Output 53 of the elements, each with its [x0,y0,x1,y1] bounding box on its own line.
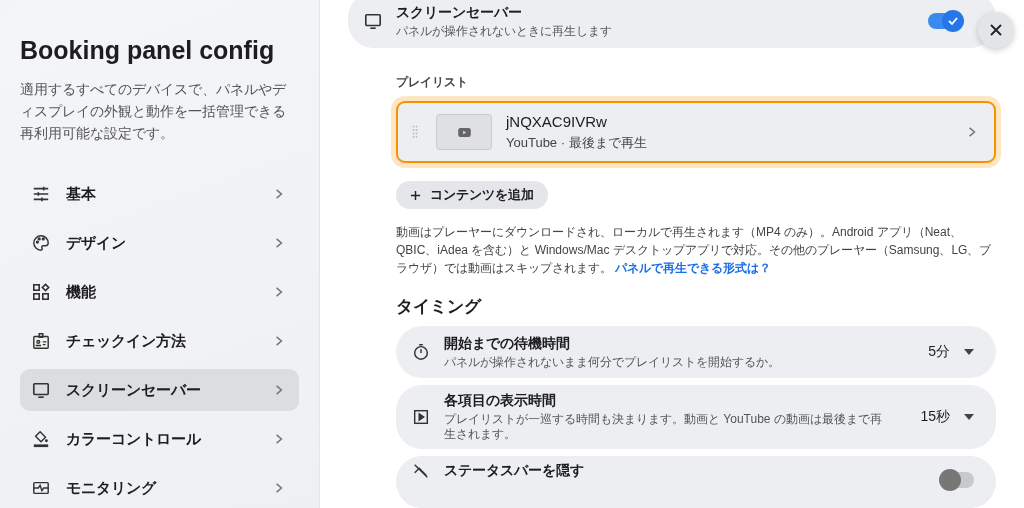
chevron-right-icon [966,126,978,138]
chevron-right-icon [273,335,285,347]
sidebar-item[interactable]: モニタリング [20,467,299,508]
chevron-right-icon [273,237,285,249]
id-badge-icon [32,332,50,350]
sidebar-item[interactable]: 基本 [20,173,299,215]
video-thumbnail [436,114,492,150]
sidebar-item[interactable]: カラーコントロール [20,418,299,460]
paint-bucket-icon [32,430,50,448]
monitor-icon [32,381,50,399]
chevron-right-icon [273,286,285,298]
setting-title: スクリーンセーバー [396,3,523,22]
close-button[interactable] [978,12,1014,48]
pulse-icon [32,479,50,497]
chevron-right-icon [273,384,285,396]
sliders-icon [32,185,50,203]
dropdown-caret-icon [964,414,974,420]
close-icon [989,23,1003,37]
sidebar-item[interactable]: 機能 [20,271,299,313]
setting-description: パネルが操作されないまま何分でプレイリストを開始するか。 [444,354,781,370]
palette-icon [32,234,50,252]
section-heading: タイミング [396,296,483,318]
drag-handle-icon[interactable] [412,125,418,139]
sidebar-item[interactable]: スクリーンセーバー [20,369,299,411]
dropdown-caret-icon [964,349,974,355]
sidebar-title: Booking panel config [20,36,276,65]
sidebar-item[interactable]: チェックイン方法 [20,320,299,362]
play-icon [412,408,430,426]
toggle-switch[interactable] [942,472,974,488]
setting-title: 各項目の表示時間 [444,392,557,410]
setting-description: プレイリストが一巡する時間も決まります。動画と YouTube の動画は最後まで再生されます。 [444,412,883,442]
setting-title: 開始までの待機時間 [444,334,571,353]
grid-icon [32,283,50,301]
setting-title: ステータスバーを隠す [444,462,585,480]
sidebar-description: 適用するすべてのデバイスで、パネルやディスプレイの外観と動作を一括管理できる再利用可能な設定です。 [20,81,288,143]
timer-icon [412,343,430,361]
section-label: プレイリスト [396,74,469,91]
monitor-icon [364,12,382,30]
info-text: 動画はプレーヤーにダウンロードされ、ローカルで再生されます（MP4 のみ）。Android アプリ（Neat、QBIC、iAdea を含む）と Windows/Mac デスクトップアプリで対応。その他のプレーヤー（Samsung、LG、ブラウザ）では動画はスキップされます。 パネルで再生できる形式は？ [396,224,993,277]
value-dropdown[interactable]: 15秒 [920,408,974,426]
help-link[interactable]: パネルで再生できる形式は？ [615,261,772,275]
chevron-right-icon [273,482,285,494]
add-content-button[interactable]: コンテンツを追加 [396,181,548,209]
sidebar-item[interactable]: デザイン [20,222,299,264]
setting-description: パネルが操作されないときに再生します [396,23,613,39]
plus-icon [410,189,421,201]
chevron-right-icon [273,433,285,445]
hidden-icon [412,462,430,480]
item-subtitle: YouTube · 最後まで再生 [506,133,648,152]
item-title: jNQXAC9IVRw [506,112,608,130]
chevron-right-icon [273,188,285,200]
checkmark-icon [947,15,959,27]
value-dropdown[interactable]: 5分 [928,343,974,361]
